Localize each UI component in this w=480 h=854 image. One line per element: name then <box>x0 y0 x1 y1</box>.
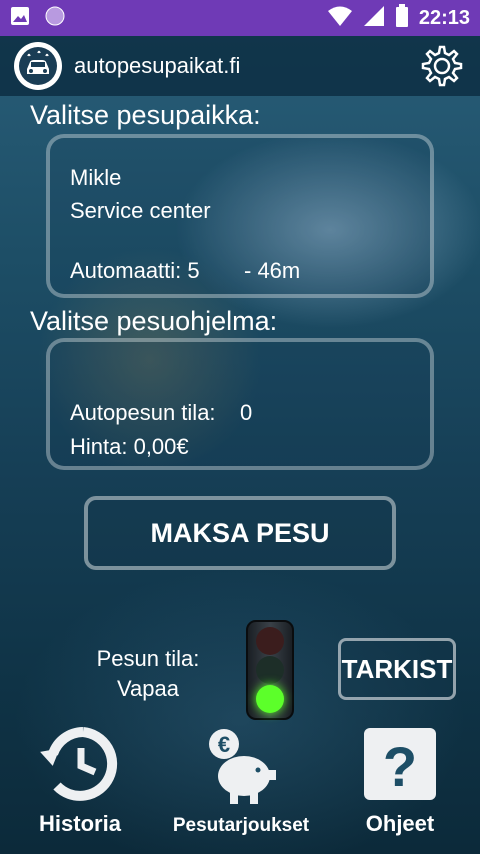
app-bar: autopesupaikat.fi <box>0 36 480 96</box>
piggy-bank-euro-icon: € <box>204 726 278 811</box>
green-lamp <box>256 685 284 714</box>
image-icon <box>10 6 30 31</box>
nav-help[interactable]: ? Ohjeet <box>354 726 446 837</box>
wifi-icon <box>327 5 353 32</box>
nav-history[interactable]: Historia <box>34 726 126 837</box>
location-section-title: Valitse pesupaikka: <box>30 100 261 130</box>
history-icon <box>39 726 121 807</box>
wash-status-label: Pesun tila: <box>96 646 200 671</box>
signal-icon <box>363 5 385 32</box>
program-section-title: Valitse pesuohjelma: <box>30 306 278 336</box>
wash-state-value: 0 <box>240 400 253 425</box>
svg-text:?: ? <box>383 735 417 798</box>
price-label: Hinta: 0,00€ <box>70 434 189 459</box>
red-lamp <box>256 626 284 655</box>
location-name: Mikle <box>70 165 122 190</box>
distance-label: - 46m <box>244 258 301 283</box>
circle-icon <box>44 5 66 32</box>
battery-icon <box>395 3 409 33</box>
nav-offers[interactable]: € Pesutarjoukset <box>166 726 316 837</box>
nav-help-label: Ohjeet <box>365 811 435 836</box>
wash-status: Pesun tila: Vapaa <box>70 644 226 704</box>
check-status-button[interactable]: TARKIST <box>338 638 456 700</box>
help-icon: ? <box>362 726 438 807</box>
program-card[interactable]: Autopesun tila: 0 Hinta: 0,00€ <box>46 338 434 470</box>
location-subtitle: Service center <box>70 198 211 223</box>
yellow-lamp <box>256 655 284 684</box>
traffic-light-icon <box>246 620 294 720</box>
nav-history-label: Historia <box>39 811 121 836</box>
pay-wash-button[interactable]: MAKSA PESU <box>84 496 396 570</box>
wash-status-value: Vapaa <box>117 676 179 701</box>
app-title: autopesupaikat.fi <box>74 53 241 78</box>
svg-text:€: € <box>218 732 230 757</box>
car-wash-logo-icon <box>14 42 62 90</box>
status-bar: 22:13 <box>0 0 480 36</box>
nav-offers-label: Pesutarjoukset <box>172 815 310 836</box>
machine-label: Automaatti: 5 <box>70 258 200 283</box>
clock: 22:13 <box>418 6 470 29</box>
wash-state-label: Autopesun tila: <box>70 400 216 425</box>
location-card[interactable]: Mikle Service center Automaatti: 5 - 46m <box>46 134 434 298</box>
gear-icon[interactable] <box>418 42 466 90</box>
